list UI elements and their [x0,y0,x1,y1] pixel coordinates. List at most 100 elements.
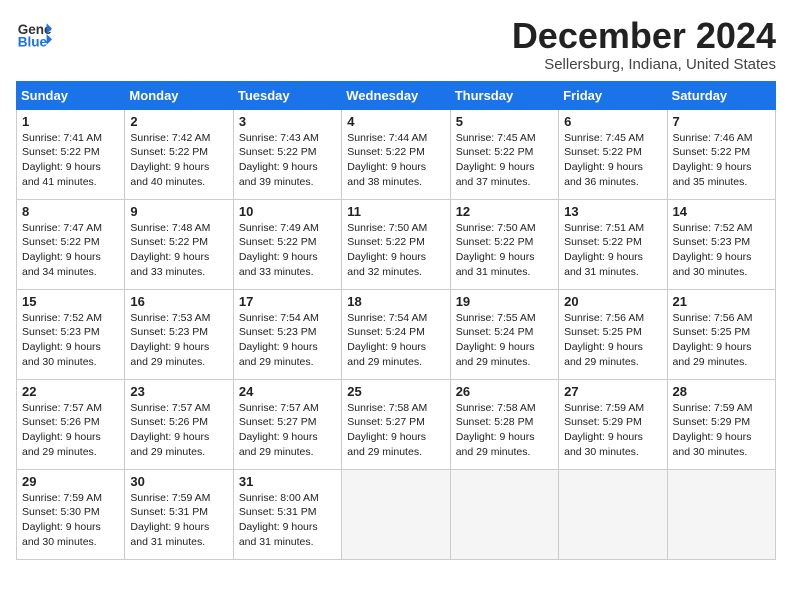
cell-details: Sunrise: 7:45 AMSunset: 5:22 PMDaylight:… [456,131,553,190]
day-number: 11 [347,204,444,219]
calendar-cell [342,469,450,559]
day-number: 27 [564,384,661,399]
calendar-cell: 20 Sunrise: 7:56 AMSunset: 5:25 PMDayligh… [559,289,667,379]
weekday-header-tuesday: Tuesday [233,81,341,109]
day-number: 15 [22,294,119,309]
calendar-cell: 2 Sunrise: 7:42 AMSunset: 5:22 PMDaylight… [125,109,233,199]
weekday-header-row: SundayMondayTuesdayWednesdayThursdayFrid… [17,81,776,109]
calendar-cell: 18 Sunrise: 7:54 AMSunset: 5:24 PMDayligh… [342,289,450,379]
calendar-cell: 25 Sunrise: 7:58 AMSunset: 5:27 PMDayligh… [342,379,450,469]
cell-details: Sunrise: 7:57 AMSunset: 5:27 PMDaylight:… [239,401,336,460]
day-number: 4 [347,114,444,129]
calendar-week-row: 8Sunrise: 7:47 AMSunset: 5:22 PMDaylight… [17,199,776,289]
calendar-cell: 10 Sunrise: 7:49 AMSunset: 5:22 PMDayligh… [233,199,341,289]
calendar-cell: 21Sunrise: 7:56 AMSunset: 5:25 PMDayligh… [667,289,775,379]
calendar-cell: 3Sunrise: 7:43 AMSunset: 5:22 PMDaylight… [233,109,341,199]
day-number: 20 [564,294,661,309]
cell-details: Sunrise: 7:46 AMSunset: 5:22 PMDaylight:… [673,131,770,190]
calendar-cell: 27 Sunrise: 7:59 AMSunset: 5:29 PMDayligh… [559,379,667,469]
cell-details: Sunrise: 7:52 AMSunset: 5:23 PMDaylight:… [673,221,770,280]
cell-details: Sunrise: 7:56 AMSunset: 5:25 PMDaylight:… [564,311,661,370]
calendar-cell [450,469,558,559]
cell-details: Sunrise: 7:47 AMSunset: 5:22 PMDaylight:… [22,221,119,280]
calendar-cell [559,469,667,559]
day-number: 1 [22,114,119,129]
cell-details: Sunrise: 7:57 AMSunset: 5:26 PMDaylight:… [22,401,119,460]
calendar-cell: 7 Sunrise: 7:46 AMSunset: 5:22 PMDaylight… [667,109,775,199]
day-number: 29 [22,474,119,489]
day-number: 23 [130,384,227,399]
cell-details: Sunrise: 7:50 AMSunset: 5:22 PMDaylight:… [456,221,553,280]
calendar-cell [667,469,775,559]
cell-details: Sunrise: 7:58 AMSunset: 5:27 PMDaylight:… [347,401,444,460]
day-number: 19 [456,294,553,309]
day-number: 31 [239,474,336,489]
weekday-header-wednesday: Wednesday [342,81,450,109]
day-number: 24 [239,384,336,399]
logo: General Blue [16,16,52,52]
cell-details: Sunrise: 7:55 AMSunset: 5:24 PMDaylight:… [456,311,553,370]
cell-details: Sunrise: 8:00 AMSunset: 5:31 PMDaylight:… [239,491,336,550]
cell-details: Sunrise: 7:45 AMSunset: 5:22 PMDaylight:… [564,131,661,190]
cell-details: Sunrise: 7:42 AMSunset: 5:22 PMDaylight:… [130,131,227,190]
month-title: December 2024 [512,16,776,56]
calendar-cell: 24 Sunrise: 7:57 AMSunset: 5:27 PMDayligh… [233,379,341,469]
calendar-week-row: 29 Sunrise: 7:59 AMSunset: 5:30 PMDayligh… [17,469,776,559]
cell-details: Sunrise: 7:59 AMSunset: 5:30 PMDaylight:… [22,491,119,550]
calendar-cell: 11 Sunrise: 7:50 AMSunset: 5:22 PMDayligh… [342,199,450,289]
day-number: 9 [130,204,227,219]
calendar-week-row: 22Sunrise: 7:57 AMSunset: 5:26 PMDayligh… [17,379,776,469]
day-number: 30 [130,474,227,489]
cell-details: Sunrise: 7:50 AMSunset: 5:22 PMDaylight:… [347,221,444,280]
calendar-cell: 15 Sunrise: 7:52 AMSunset: 5:23 PMDayligh… [17,289,125,379]
calendar-cell: 23 Sunrise: 7:57 AMSunset: 5:26 PMDayligh… [125,379,233,469]
day-number: 17 [239,294,336,309]
calendar-cell: 14Sunrise: 7:52 AMSunset: 5:23 PMDayligh… [667,199,775,289]
calendar-cell: 13Sunrise: 7:51 AMSunset: 5:22 PMDayligh… [559,199,667,289]
cell-details: Sunrise: 7:54 AMSunset: 5:24 PMDaylight:… [347,311,444,370]
cell-details: Sunrise: 7:41 AMSunset: 5:22 PMDaylight:… [22,131,119,190]
calendar-week-row: 15 Sunrise: 7:52 AMSunset: 5:23 PMDayligh… [17,289,776,379]
calendar-week-row: 1 Sunrise: 7:41 AMSunset: 5:22 PMDaylight… [17,109,776,199]
cell-details: Sunrise: 7:59 AMSunset: 5:29 PMDaylight:… [564,401,661,460]
weekday-header-sunday: Sunday [17,81,125,109]
day-number: 10 [239,204,336,219]
page-header: General Blue December 2024 Sellersburg, … [16,16,776,73]
calendar-cell: 26 Sunrise: 7:58 AMSunset: 5:28 PMDayligh… [450,379,558,469]
day-number: 28 [673,384,770,399]
weekday-header-thursday: Thursday [450,81,558,109]
calendar-cell: 28Sunrise: 7:59 AMSunset: 5:29 PMDayligh… [667,379,775,469]
weekday-header-saturday: Saturday [667,81,775,109]
day-number: 16 [130,294,227,309]
calendar-cell: 30 Sunrise: 7:59 AMSunset: 5:31 PMDayligh… [125,469,233,559]
cell-details: Sunrise: 7:44 AMSunset: 5:22 PMDaylight:… [347,131,444,190]
cell-details: Sunrise: 7:43 AMSunset: 5:22 PMDaylight:… [239,131,336,190]
calendar-cell: 12 Sunrise: 7:50 AMSunset: 5:22 PMDayligh… [450,199,558,289]
day-number: 21 [673,294,770,309]
calendar-cell: 5Sunrise: 7:45 AMSunset: 5:22 PMDaylight… [450,109,558,199]
day-number: 26 [456,384,553,399]
weekday-header-monday: Monday [125,81,233,109]
calendar-cell: 6Sunrise: 7:45 AMSunset: 5:22 PMDaylight… [559,109,667,199]
calendar-cell: 4 Sunrise: 7:44 AMSunset: 5:22 PMDaylight… [342,109,450,199]
calendar-cell: 22Sunrise: 7:57 AMSunset: 5:26 PMDayligh… [17,379,125,469]
title-area: December 2024 Sellersburg, Indiana, Unit… [512,16,776,73]
svg-text:Blue: Blue [18,35,48,50]
cell-details: Sunrise: 7:48 AMSunset: 5:22 PMDaylight:… [130,221,227,280]
calendar-cell: 9 Sunrise: 7:48 AMSunset: 5:22 PMDaylight… [125,199,233,289]
day-number: 2 [130,114,227,129]
cell-details: Sunrise: 7:57 AMSunset: 5:26 PMDaylight:… [130,401,227,460]
calendar-cell: 16 Sunrise: 7:53 AMSunset: 5:23 PMDayligh… [125,289,233,379]
cell-details: Sunrise: 7:59 AMSunset: 5:31 PMDaylight:… [130,491,227,550]
calendar-cell: 29 Sunrise: 7:59 AMSunset: 5:30 PMDayligh… [17,469,125,559]
day-number: 12 [456,204,553,219]
cell-details: Sunrise: 7:58 AMSunset: 5:28 PMDaylight:… [456,401,553,460]
cell-details: Sunrise: 7:49 AMSunset: 5:22 PMDaylight:… [239,221,336,280]
weekday-header-friday: Friday [559,81,667,109]
cell-details: Sunrise: 7:54 AMSunset: 5:23 PMDaylight:… [239,311,336,370]
cell-details: Sunrise: 7:53 AMSunset: 5:23 PMDaylight:… [130,311,227,370]
day-number: 7 [673,114,770,129]
day-number: 25 [347,384,444,399]
day-number: 18 [347,294,444,309]
cell-details: Sunrise: 7:52 AMSunset: 5:23 PMDaylight:… [22,311,119,370]
